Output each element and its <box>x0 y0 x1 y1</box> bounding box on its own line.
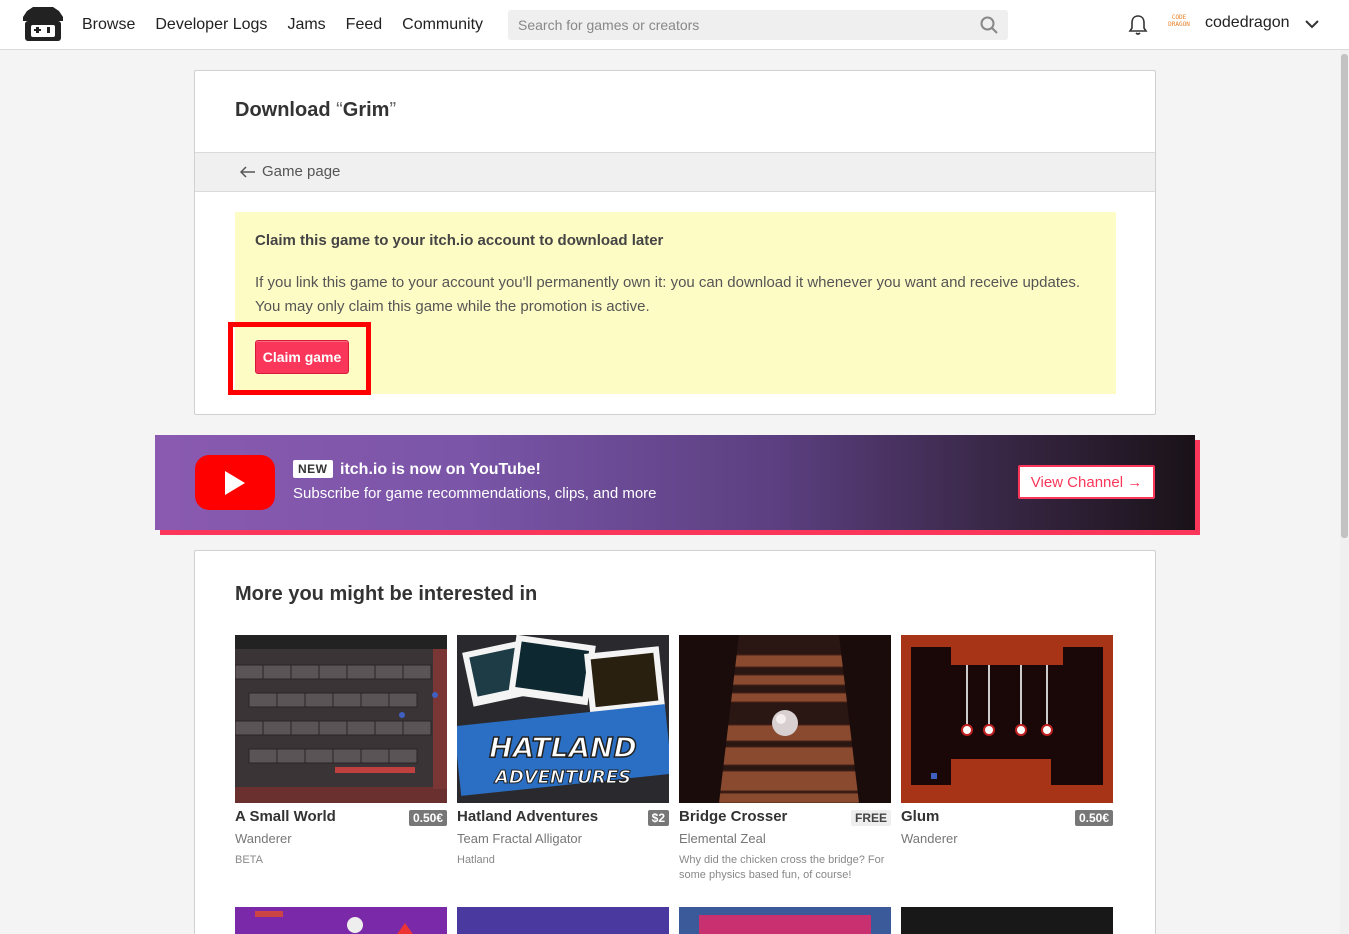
game-author[interactable]: Elemental Zeal <box>679 831 766 846</box>
game-thumbnail[interactable] <box>679 907 891 934</box>
search-icon[interactable] <box>980 16 998 34</box>
svg-text:HATLAND: HATLAND <box>489 731 637 764</box>
hatland-logo-text: HATLAND ADVENTURES <box>488 730 637 788</box>
youtube-banner[interactable]: NEW itch.io is now on YouTube! Subscribe… <box>155 435 1195 530</box>
price-badge: FREE <box>850 810 891 826</box>
top-header: Browse Developer Logs Jams Feed Communit… <box>0 0 1349 50</box>
download-card: Download “Grim” Game page Claim this gam… <box>194 70 1156 415</box>
nav-developer-logs[interactable]: Developer Logs <box>155 16 267 34</box>
game-cell: Bridge Crosser FREE Elemental Zeal Why d… <box>679 635 891 881</box>
claim-game-button[interactable]: Claim game <box>255 340 349 374</box>
game-thumbnail[interactable] <box>679 635 891 803</box>
claim-text: If you link this game to your account yo… <box>255 274 1080 315</box>
back-bar: Game page <box>195 152 1155 192</box>
game-title[interactable]: Glum <box>901 808 939 825</box>
page-title: Download “Grim” <box>235 99 396 122</box>
nav-community[interactable]: Community <box>402 16 483 34</box>
search-box <box>508 10 1008 40</box>
arrow-left-icon <box>240 165 255 178</box>
search-input[interactable] <box>508 10 968 40</box>
game-name: Grim <box>342 99 390 121</box>
price-badge: 0.50€ <box>1074 810 1113 826</box>
game-title[interactable]: Hatland Adventures <box>457 808 598 825</box>
game-thumbnail[interactable] <box>457 907 669 934</box>
view-channel-button[interactable]: View Channel → <box>1018 465 1155 499</box>
game-description: Hatland <box>457 854 495 866</box>
game-title[interactable]: A Small World <box>235 808 336 825</box>
game-author[interactable]: Wanderer <box>901 831 958 846</box>
game-cell: Glum 0.50€ Wanderer <box>901 635 1113 846</box>
chevron-down-icon[interactable] <box>1304 17 1320 31</box>
main-nav: Browse Developer Logs Jams Feed Communit… <box>82 0 503 50</box>
game-thumbnail[interactable] <box>901 907 1113 934</box>
recommendations-section: More you might be interested in A Small … <box>194 550 1156 934</box>
close-quote: ” <box>389 99 397 121</box>
banner-title: itch.io is now on YouTube! <box>340 461 541 478</box>
game-cell: A Small World 0.50€ Wanderer BETA <box>235 635 447 866</box>
price-badge: 0.50€ <box>408 810 447 826</box>
scrollbar-thumb[interactable] <box>1341 54 1348 538</box>
game-thumbnail[interactable] <box>235 635 447 803</box>
game-author[interactable]: Wanderer <box>235 831 292 846</box>
claim-title: Claim this game to your itch.io account … <box>255 232 664 249</box>
nav-feed[interactable]: Feed <box>346 16 382 34</box>
username[interactable]: codedragon <box>1205 14 1290 32</box>
nav-jams[interactable]: Jams <box>287 16 325 34</box>
game-thumbnail[interactable] <box>901 635 1113 803</box>
game-author[interactable]: Team Fractal Alligator <box>457 831 582 846</box>
open-quote: “ <box>336 99 343 121</box>
game-thumbnail[interactable] <box>235 907 447 934</box>
game-page-link[interactable]: Game page <box>240 163 340 180</box>
game-thumbnail[interactable]: HATLAND ADVENTURES <box>457 635 669 803</box>
nav-browse[interactable]: Browse <box>82 16 135 34</box>
game-page-label: Game page <box>262 163 341 180</box>
banner-subtitle: Subscribe for game recommendations, clip… <box>293 485 657 502</box>
game-description: BETA <box>235 854 263 866</box>
game-cell: HATLAND ADVENTURES Hatland Adventures $2… <box>457 635 669 866</box>
svg-text:ADVENTURES: ADVENTURES <box>493 767 631 788</box>
game-title[interactable]: Bridge Crosser <box>679 808 787 825</box>
avatar[interactable]: CODE DRAGON <box>1166 14 1192 36</box>
itchio-logo-icon[interactable] <box>23 7 63 43</box>
price-badge: $2 <box>647 810 669 826</box>
game-description: Why did the chicken cross the bridge? Fo… <box>679 854 885 881</box>
new-badge: NEW <box>293 460 333 478</box>
youtube-logo-icon <box>195 455 275 510</box>
notification-bell-icon[interactable] <box>1128 14 1148 36</box>
title-prefix: Download <box>235 99 337 121</box>
recommendations-heading: More you might be interested in <box>235 583 538 605</box>
